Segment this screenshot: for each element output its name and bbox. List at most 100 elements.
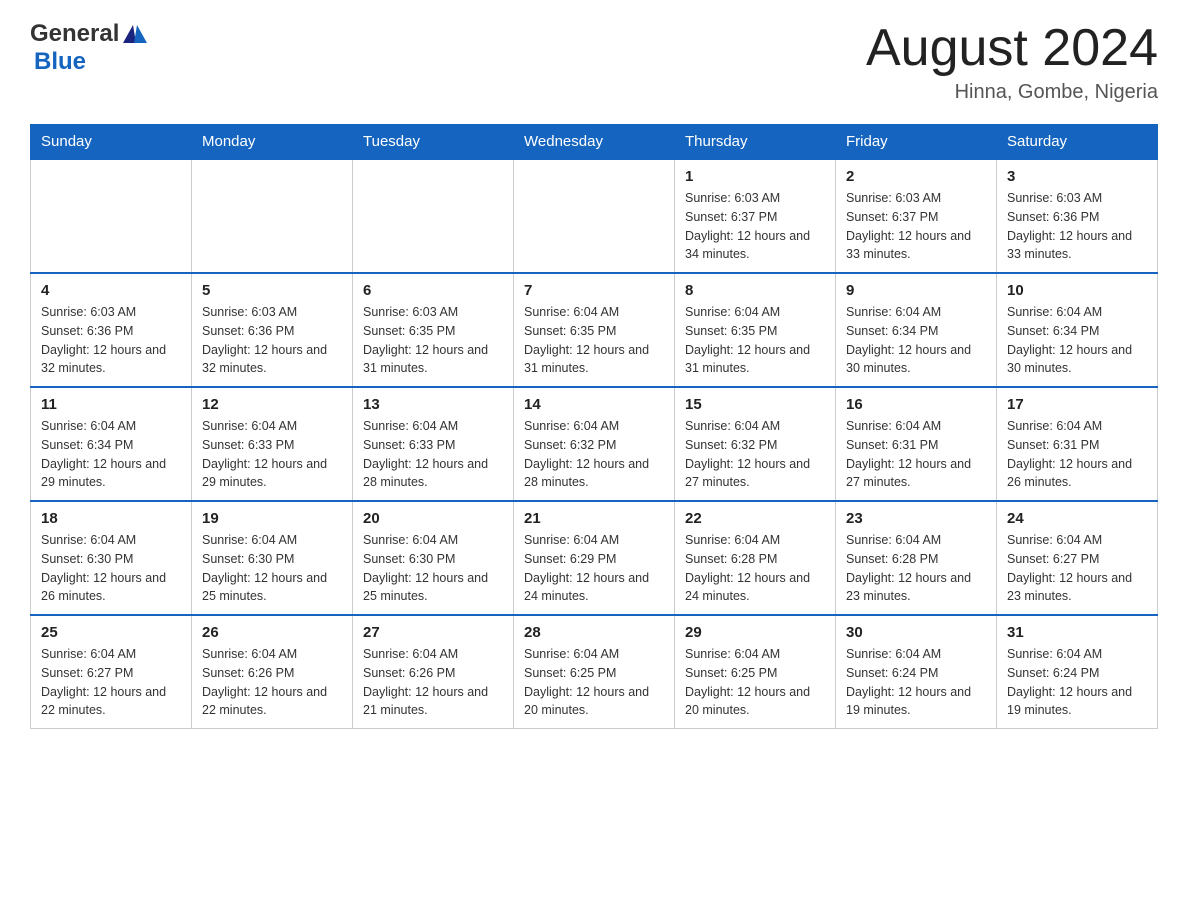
calendar-cell — [31, 159, 192, 273]
weekday-header-saturday: Saturday — [997, 125, 1158, 160]
day-number: 24 — [1007, 510, 1147, 527]
day-number: 18 — [41, 510, 181, 527]
calendar-cell: 13 Sunrise: 6:04 AM Sunset: 6:33 PM Dayli… — [353, 387, 514, 501]
day-info: Sunrise: 6:03 AM Sunset: 6:35 PM Dayligh… — [363, 303, 503, 378]
day-number: 14 — [524, 396, 664, 413]
day-info: Sunrise: 6:04 AM Sunset: 6:25 PM Dayligh… — [524, 645, 664, 720]
day-number: 23 — [846, 510, 986, 527]
day-number: 11 — [41, 396, 181, 413]
calendar-cell: 16 Sunrise: 6:04 AM Sunset: 6:31 PM Dayli… — [836, 387, 997, 501]
day-info: Sunrise: 6:04 AM Sunset: 6:33 PM Dayligh… — [202, 417, 342, 492]
calendar-cell — [514, 159, 675, 273]
calendar-cell: 27Sunrise: 6:04 AM Sunset: 6:26 PM Dayli… — [353, 615, 514, 729]
weekday-header-wednesday: Wednesday — [514, 125, 675, 160]
day-info: Sunrise: 6:04 AM Sunset: 6:33 PM Dayligh… — [363, 417, 503, 492]
day-number: 6 — [363, 282, 503, 299]
calendar-week-row: 18 Sunrise: 6:04 AM Sunset: 6:30 PM Dayli… — [31, 501, 1158, 615]
calendar-cell: 24Sunrise: 6:04 AM Sunset: 6:27 PM Dayli… — [997, 501, 1158, 615]
page-header: General Blue August 2024 Hinna, Gombe, N… — [30, 20, 1158, 104]
calendar-title: August 2024 — [866, 20, 1158, 77]
day-info: Sunrise: 6:04 AM Sunset: 6:24 PM Dayligh… — [846, 645, 986, 720]
day-info: Sunrise: 6:04 AM Sunset: 6:30 PM Dayligh… — [202, 531, 342, 606]
calendar-cell: 11 Sunrise: 6:04 AM Sunset: 6:34 PM Dayli… — [31, 387, 192, 501]
calendar-cell: 9Sunrise: 6:04 AM Sunset: 6:34 PM Daylig… — [836, 273, 997, 387]
day-info: Sunrise: 6:03 AM Sunset: 6:36 PM Dayligh… — [1007, 189, 1147, 264]
calendar-cell: 8 Sunrise: 6:04 AM Sunset: 6:35 PM Daylig… — [675, 273, 836, 387]
day-number: 16 — [846, 396, 986, 413]
day-info: Sunrise: 6:03 AM Sunset: 6:36 PM Dayligh… — [41, 303, 181, 378]
day-number: 5 — [202, 282, 342, 299]
day-info: Sunrise: 6:04 AM Sunset: 6:32 PM Dayligh… — [685, 417, 825, 492]
calendar-week-row: 1 Sunrise: 6:03 AM Sunset: 6:37 PM Daylig… — [31, 159, 1158, 273]
calendar-cell: 19 Sunrise: 6:04 AM Sunset: 6:30 PM Dayli… — [192, 501, 353, 615]
day-number: 3 — [1007, 168, 1147, 185]
weekday-header-monday: Monday — [192, 125, 353, 160]
day-info: Sunrise: 6:04 AM Sunset: 6:35 PM Dayligh… — [685, 303, 825, 378]
weekday-header-sunday: Sunday — [31, 125, 192, 160]
weekday-header-tuesday: Tuesday — [353, 125, 514, 160]
day-info: Sunrise: 6:04 AM Sunset: 6:26 PM Dayligh… — [202, 645, 342, 720]
day-number: 8 — [685, 282, 825, 299]
calendar-cell: 20Sunrise: 6:04 AM Sunset: 6:30 PM Dayli… — [353, 501, 514, 615]
calendar-cell: 25Sunrise: 6:04 AM Sunset: 6:27 PM Dayli… — [31, 615, 192, 729]
day-info: Sunrise: 6:04 AM Sunset: 6:31 PM Dayligh… — [846, 417, 986, 492]
calendar-table: SundayMondayTuesdayWednesdayThursdayFrid… — [30, 124, 1158, 729]
day-info: Sunrise: 6:03 AM Sunset: 6:36 PM Dayligh… — [202, 303, 342, 378]
calendar-cell: 17 Sunrise: 6:04 AM Sunset: 6:31 PM Dayli… — [997, 387, 1158, 501]
calendar-week-row: 4 Sunrise: 6:03 AM Sunset: 6:36 PM Daylig… — [31, 273, 1158, 387]
day-info: Sunrise: 6:04 AM Sunset: 6:34 PM Dayligh… — [1007, 303, 1147, 378]
calendar-cell: 18 Sunrise: 6:04 AM Sunset: 6:30 PM Dayli… — [31, 501, 192, 615]
day-number: 7 — [524, 282, 664, 299]
calendar-cell: 30 Sunrise: 6:04 AM Sunset: 6:24 PM Dayli… — [836, 615, 997, 729]
calendar-cell: 7 Sunrise: 6:04 AM Sunset: 6:35 PM Daylig… — [514, 273, 675, 387]
day-info: Sunrise: 6:04 AM Sunset: 6:29 PM Dayligh… — [524, 531, 664, 606]
calendar-cell: 2Sunrise: 6:03 AM Sunset: 6:37 PM Daylig… — [836, 159, 997, 273]
location-subtitle: Hinna, Gombe, Nigeria — [866, 81, 1158, 104]
calendar-cell: 3 Sunrise: 6:03 AM Sunset: 6:36 PM Daylig… — [997, 159, 1158, 273]
day-info: Sunrise: 6:04 AM Sunset: 6:25 PM Dayligh… — [685, 645, 825, 720]
calendar-week-row: 11 Sunrise: 6:04 AM Sunset: 6:34 PM Dayli… — [31, 387, 1158, 501]
calendar-cell: 10Sunrise: 6:04 AM Sunset: 6:34 PM Dayli… — [997, 273, 1158, 387]
title-area: August 2024 Hinna, Gombe, Nigeria — [866, 20, 1158, 104]
day-number: 31 — [1007, 624, 1147, 641]
day-number: 21 — [524, 510, 664, 527]
day-info: Sunrise: 6:04 AM Sunset: 6:24 PM Dayligh… — [1007, 645, 1147, 720]
calendar-cell: 22 Sunrise: 6:04 AM Sunset: 6:28 PM Dayli… — [675, 501, 836, 615]
day-number: 28 — [524, 624, 664, 641]
day-info: Sunrise: 6:04 AM Sunset: 6:26 PM Dayligh… — [363, 645, 503, 720]
day-info: Sunrise: 6:04 AM Sunset: 6:28 PM Dayligh… — [685, 531, 825, 606]
calendar-cell — [192, 159, 353, 273]
calendar-cell: 28 Sunrise: 6:04 AM Sunset: 6:25 PM Dayli… — [514, 615, 675, 729]
logo-triangles — [123, 25, 147, 43]
day-info: Sunrise: 6:03 AM Sunset: 6:37 PM Dayligh… — [846, 189, 986, 264]
day-info: Sunrise: 6:04 AM Sunset: 6:30 PM Dayligh… — [41, 531, 181, 606]
day-number: 12 — [202, 396, 342, 413]
logo-general-text: General — [30, 20, 119, 48]
day-number: 17 — [1007, 396, 1147, 413]
calendar-cell: 4 Sunrise: 6:03 AM Sunset: 6:36 PM Daylig… — [31, 273, 192, 387]
day-info: Sunrise: 6:04 AM Sunset: 6:34 PM Dayligh… — [846, 303, 986, 378]
calendar-cell: 12 Sunrise: 6:04 AM Sunset: 6:33 PM Dayli… — [192, 387, 353, 501]
calendar-cell — [353, 159, 514, 273]
day-info: Sunrise: 6:04 AM Sunset: 6:35 PM Dayligh… — [524, 303, 664, 378]
weekday-header-row: SundayMondayTuesdayWednesdayThursdayFrid… — [31, 125, 1158, 160]
day-number: 13 — [363, 396, 503, 413]
day-info: Sunrise: 6:04 AM Sunset: 6:30 PM Dayligh… — [363, 531, 503, 606]
calendar-cell: 6 Sunrise: 6:03 AM Sunset: 6:35 PM Daylig… — [353, 273, 514, 387]
calendar-week-row: 25Sunrise: 6:04 AM Sunset: 6:27 PM Dayli… — [31, 615, 1158, 729]
weekday-header-friday: Friday — [836, 125, 997, 160]
day-number: 19 — [202, 510, 342, 527]
day-info: Sunrise: 6:04 AM Sunset: 6:34 PM Dayligh… — [41, 417, 181, 492]
day-number: 22 — [685, 510, 825, 527]
day-info: Sunrise: 6:04 AM Sunset: 6:31 PM Dayligh… — [1007, 417, 1147, 492]
calendar-cell: 31 Sunrise: 6:04 AM Sunset: 6:24 PM Dayli… — [997, 615, 1158, 729]
day-number: 4 — [41, 282, 181, 299]
day-info: Sunrise: 6:04 AM Sunset: 6:28 PM Dayligh… — [846, 531, 986, 606]
calendar-cell: 15 Sunrise: 6:04 AM Sunset: 6:32 PM Dayli… — [675, 387, 836, 501]
day-number: 1 — [685, 168, 825, 185]
weekday-header-thursday: Thursday — [675, 125, 836, 160]
day-number: 15 — [685, 396, 825, 413]
day-info: Sunrise: 6:04 AM Sunset: 6:32 PM Dayligh… — [524, 417, 664, 492]
day-number: 29 — [685, 624, 825, 641]
day-number: 30 — [846, 624, 986, 641]
